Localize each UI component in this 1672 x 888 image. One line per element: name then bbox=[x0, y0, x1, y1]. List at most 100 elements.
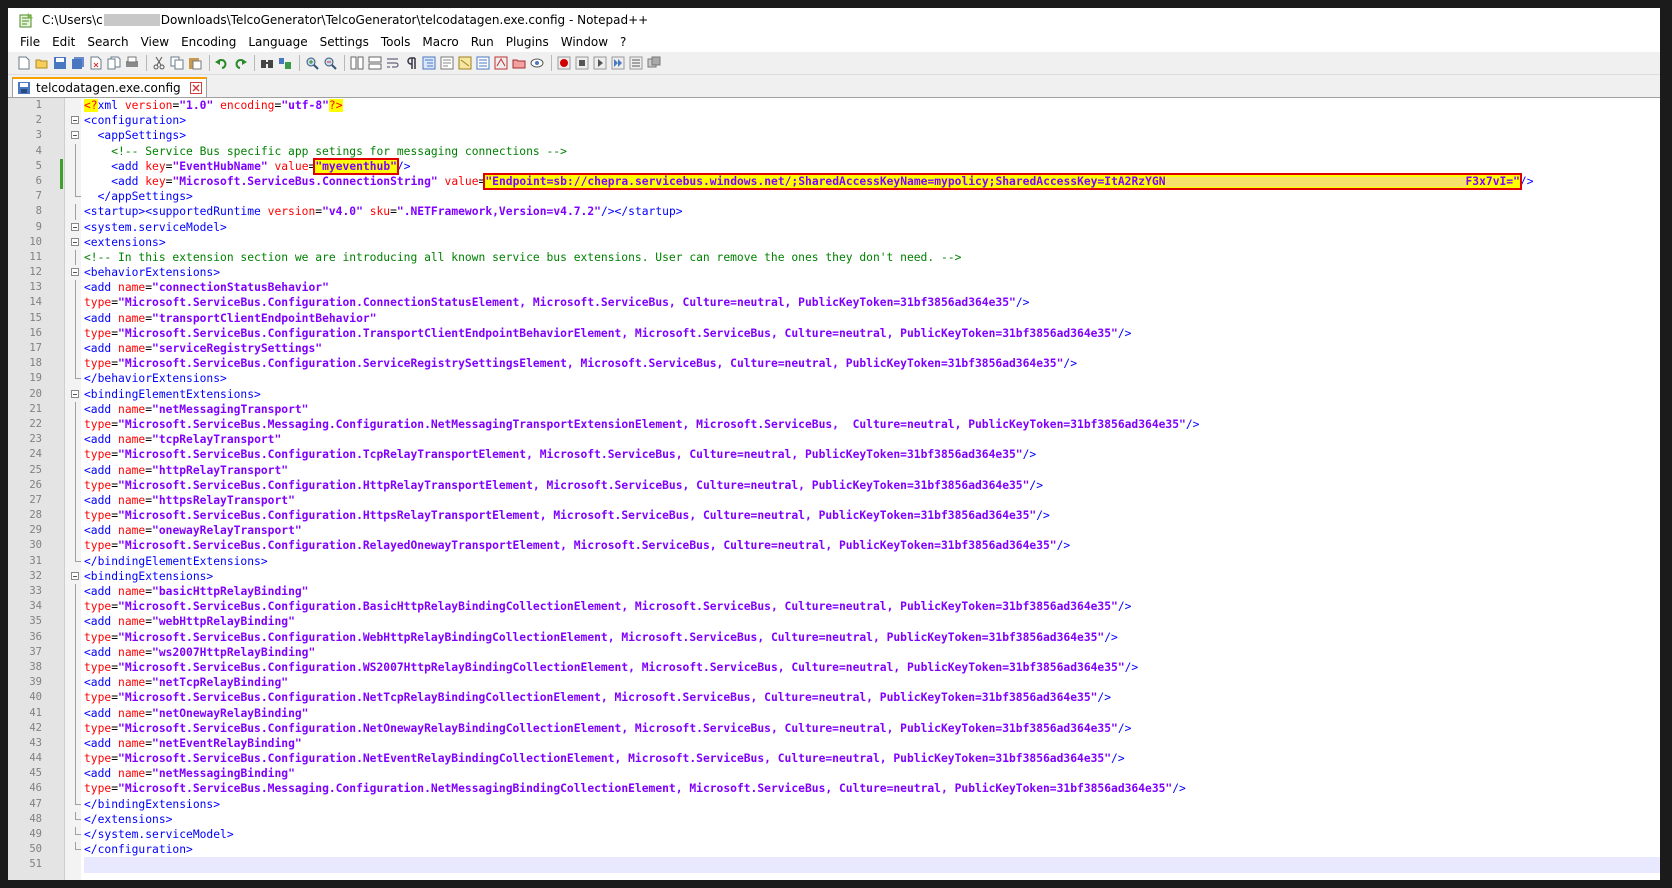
code-line[interactable]: 17 <add name="serviceRegistrySettings" bbox=[29, 341, 1660, 357]
code-line[interactable]: 41 <add name="netOnewayRelayBinding" bbox=[29, 705, 1660, 721]
replace-icon[interactable] bbox=[277, 55, 293, 71]
code-line[interactable]: 4 <!-- Service Bus specific app setings … bbox=[36, 143, 1660, 159]
close-all-icon[interactable] bbox=[106, 55, 122, 71]
code-line[interactable]: 16 type="Microsoft.ServiceBus.Configurati… bbox=[29, 325, 1660, 341]
menu-view[interactable]: View bbox=[135, 32, 175, 52]
code-line[interactable]: 34 type="Microsoft.ServiceBus.Configurati… bbox=[29, 599, 1660, 615]
close-icon[interactable] bbox=[88, 55, 104, 71]
paste-icon[interactable] bbox=[187, 55, 203, 71]
record-icon[interactable] bbox=[556, 55, 572, 71]
new-icon[interactable] bbox=[16, 55, 32, 71]
zoom-in-icon[interactable] bbox=[304, 55, 320, 71]
udl-icon[interactable] bbox=[439, 55, 455, 71]
menu-language[interactable]: Language bbox=[242, 32, 313, 52]
menu-tools[interactable]: Tools bbox=[375, 32, 417, 52]
cut-icon[interactable] bbox=[151, 55, 167, 71]
code-line[interactable]: 9 <system.serviceModel> bbox=[36, 220, 1660, 235]
code-line[interactable]: 14 type="Microsoft.ServiceBus.Configurati… bbox=[29, 295, 1660, 311]
code-line[interactable]: 49 </system.serviceModel> bbox=[29, 827, 1660, 842]
code-line[interactable]: 44 type="Microsoft.ServiceBus.Configurati… bbox=[29, 751, 1660, 767]
play-multi-icon[interactable] bbox=[610, 55, 626, 71]
stop-icon[interactable] bbox=[574, 55, 590, 71]
fold-toggle-icon[interactable] bbox=[71, 571, 79, 580]
code-line[interactable]: 13 <add name="connectionStatusBehavior" bbox=[29, 280, 1660, 296]
code-line[interactable]: 23 <add name="tcpRelayTransport" bbox=[29, 432, 1660, 448]
code-line[interactable]: 18 type="Microsoft.ServiceBus.Configurati… bbox=[29, 356, 1660, 372]
menu-settings[interactable]: Settings bbox=[314, 32, 375, 52]
code-line[interactable]: 28 type="Microsoft.ServiceBus.Configurati… bbox=[29, 508, 1660, 524]
code-line[interactable]: 29 <add name="onewayRelayTransport" bbox=[29, 523, 1660, 539]
code-line[interactable]: 21 <add name="netMessagingTransport" bbox=[29, 401, 1660, 417]
editor[interactable]: 1 <?xml version="1.0" encoding="utf-8"?> … bbox=[8, 98, 1660, 880]
save-macro-icon[interactable] bbox=[628, 55, 644, 71]
code-line-current[interactable]: 51 bbox=[29, 857, 1660, 873]
code-line[interactable]: 35 <add name="webHttpRelayBinding" bbox=[29, 614, 1660, 630]
code-line[interactable]: 19 </behaviorExtensions> bbox=[29, 371, 1660, 386]
menu-edit[interactable]: Edit bbox=[46, 32, 81, 52]
code-line[interactable]: 20 <bindingElementExtensions> bbox=[29, 387, 1660, 402]
save-icon[interactable] bbox=[52, 55, 68, 71]
tab-close-icon[interactable] bbox=[189, 82, 202, 94]
code-line[interactable]: 6 <add key="Microsoft.ServiceBus.Connect… bbox=[36, 172, 1660, 190]
print-icon[interactable] bbox=[124, 55, 140, 71]
menu-encoding[interactable]: Encoding bbox=[175, 32, 242, 52]
save-all-icon[interactable] bbox=[70, 55, 86, 71]
code-line[interactable]: 1 <?xml version="1.0" encoding="utf-8"?> bbox=[36, 98, 1660, 113]
trim-icon[interactable] bbox=[646, 55, 662, 71]
code-area[interactable]: 1 <?xml version="1.0" encoding="utf-8"?> … bbox=[29, 98, 1660, 880]
menu-search[interactable]: Search bbox=[81, 32, 134, 52]
code-line[interactable]: 26 type="Microsoft.ServiceBus.Configurati… bbox=[29, 477, 1660, 493]
tab-telcodatagen-config[interactable]: telcodatagen.exe.config bbox=[12, 77, 207, 97]
sync-v-icon[interactable] bbox=[349, 55, 365, 71]
redo-icon[interactable] bbox=[232, 55, 248, 71]
code-line[interactable]: 45 <add name="netMessagingBinding" bbox=[29, 766, 1660, 782]
menu-macro[interactable]: Macro bbox=[416, 32, 464, 52]
code-line[interactable]: 42 type="Microsoft.ServiceBus.Configurati… bbox=[29, 720, 1660, 736]
all-chars-icon[interactable] bbox=[403, 55, 419, 71]
code-line[interactable]: 36 type="Microsoft.ServiceBus.Configurati… bbox=[29, 629, 1660, 645]
fold-toggle-icon[interactable] bbox=[71, 389, 79, 398]
code-line[interactable]: 38 type="Microsoft.ServiceBus.Configurati… bbox=[29, 659, 1660, 676]
fold-toggle-icon[interactable] bbox=[71, 268, 79, 277]
code-line[interactable]: 30 type="Microsoft.ServiceBus.Configurati… bbox=[29, 538, 1660, 554]
find-icon[interactable] bbox=[259, 55, 275, 71]
doc-map-icon[interactable] bbox=[457, 55, 473, 71]
fold-toggle-icon[interactable] bbox=[71, 237, 79, 246]
indent-guide-icon[interactable] bbox=[421, 55, 437, 71]
menu-help[interactable]: ? bbox=[614, 32, 632, 52]
code-line[interactable]: 40 type="Microsoft.ServiceBus.Configurati… bbox=[29, 690, 1660, 706]
fold-toggle-icon[interactable] bbox=[71, 116, 79, 125]
fold-toggle-icon[interactable] bbox=[71, 131, 79, 140]
play-icon[interactable] bbox=[592, 55, 608, 71]
code-line[interactable]: 15 <add name="transportClientEndpointBeha… bbox=[29, 310, 1660, 326]
code-line[interactable]: 46 type="Microsoft.ServiceBus.Messaging.C… bbox=[29, 781, 1660, 797]
menu-run[interactable]: Run bbox=[465, 32, 500, 52]
eye-icon[interactable] bbox=[529, 55, 545, 71]
code-line[interactable]: 33 <add name="basicHttpRelayBinding" bbox=[29, 584, 1660, 600]
zoom-out-icon[interactable] bbox=[322, 55, 338, 71]
code-line[interactable]: 22 type="Microsoft.ServiceBus.Messaging.C… bbox=[29, 416, 1660, 433]
menu-window[interactable]: Window bbox=[555, 32, 614, 52]
undo-icon[interactable] bbox=[214, 55, 230, 71]
func-list-icon[interactable] bbox=[475, 55, 491, 71]
fold-toggle-icon[interactable] bbox=[71, 222, 79, 231]
code-line[interactable]: 25 <add name="httpRelayTransport" bbox=[29, 462, 1660, 478]
wrap-icon[interactable] bbox=[385, 55, 401, 71]
code-line[interactable]: 10 <extensions> bbox=[29, 235, 1660, 250]
code-line[interactable]: 43 <add name="netEventRelayBinding" bbox=[29, 735, 1660, 752]
code-line[interactable]: 37 <add name="ws2007HttpRelayBinding" bbox=[29, 644, 1660, 660]
code-line[interactable]: 24 type="Microsoft.ServiceBus.Configurati… bbox=[29, 447, 1660, 463]
menu-file[interactable]: File bbox=[14, 32, 46, 52]
code-line[interactable]: 8 <startup><supportedRuntime version="v4.… bbox=[36, 204, 1660, 220]
code-line[interactable]: 47 </bindingExtensions> bbox=[29, 796, 1660, 812]
code-line[interactable]: 48 </extensions> bbox=[29, 811, 1660, 827]
code-line[interactable]: 31 </bindingElementExtensions> bbox=[29, 553, 1660, 569]
sync-h-icon[interactable] bbox=[367, 55, 383, 71]
menu-plugins[interactable]: Plugins bbox=[500, 32, 555, 52]
code-line[interactable]: 2 <configuration> bbox=[36, 113, 1660, 128]
code-line[interactable]: 7 </appSettings> bbox=[36, 189, 1660, 204]
code-line[interactable]: 11 <!-- In this extension section we are … bbox=[29, 249, 1660, 266]
code-line[interactable]: 32 <bindingExtensions> bbox=[29, 569, 1660, 584]
code-line[interactable]: 12 <behaviorExtensions> bbox=[29, 265, 1660, 280]
folder-workspace-icon[interactable] bbox=[493, 55, 509, 71]
